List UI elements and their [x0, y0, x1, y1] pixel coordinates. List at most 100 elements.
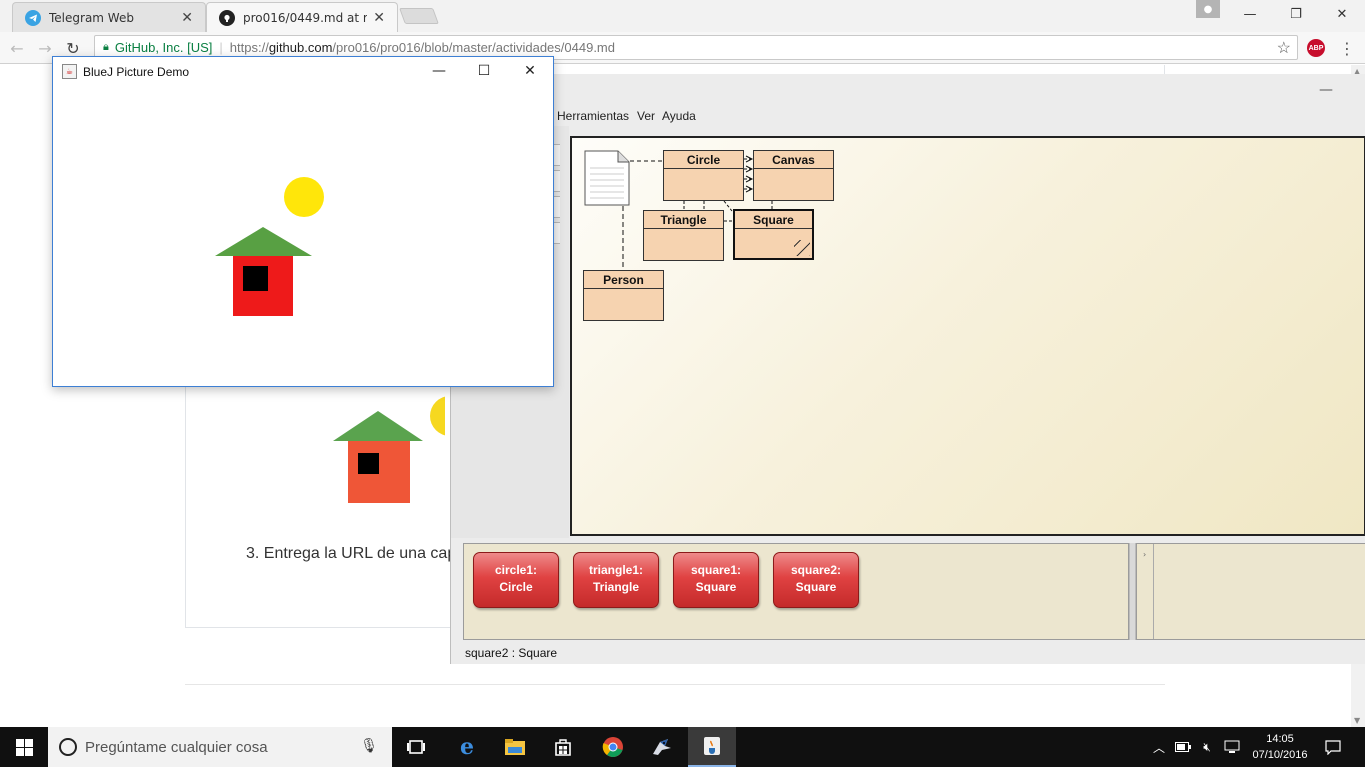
java-app-icon[interactable] — [688, 727, 736, 767]
class-name: Circle — [664, 151, 743, 169]
maximize-icon[interactable]: ☐ — [474, 63, 494, 79]
minimize-icon[interactable]: — — [1227, 0, 1273, 28]
volume-muted-icon[interactable]: 🔇︎ — [1196, 727, 1218, 767]
close-icon[interactable]: ✕ — [520, 63, 540, 79]
microphone-icon[interactable]: 🎙︎ — [360, 738, 378, 754]
object-name: triangle1: — [588, 563, 643, 577]
close-icon[interactable]: ✕ — [181, 10, 193, 26]
class-square[interactable]: Square — [733, 209, 814, 260]
restore-icon[interactable]: ❐ — [1273, 0, 1319, 28]
status-bar: square2 : Square — [465, 646, 558, 660]
network-icon[interactable] — [1220, 727, 1244, 767]
adblock-plus-icon[interactable]: ABP — [1307, 39, 1325, 57]
class-person[interactable]: Person — [583, 270, 664, 321]
bluej-menubar: Herramientas Ver Ayuda — [451, 106, 1365, 126]
object-name: square2: — [790, 563, 842, 577]
reload-icon[interactable]: ↻ — [62, 38, 84, 58]
minimize-icon[interactable]: — — [1319, 82, 1333, 98]
resize-handle[interactable] — [794, 240, 810, 256]
class-diagram[interactable]: Circle Canvas Triangle Square Person — [570, 136, 1365, 536]
file-explorer-icon[interactable] — [491, 727, 539, 767]
menu-ayuda[interactable]: Ayuda — [662, 109, 696, 123]
close-icon[interactable]: ✕ — [373, 10, 385, 26]
readme-document-icon[interactable] — [584, 150, 630, 206]
house-picture-image — [333, 396, 445, 503]
object-type: Square — [795, 580, 837, 594]
class-canvas[interactable]: Canvas — [753, 150, 834, 201]
show-hidden-icons[interactable]: ︿ — [1150, 727, 1168, 767]
class-circle[interactable]: Circle — [663, 150, 744, 201]
action-center-icon[interactable] — [1318, 727, 1348, 767]
step-text: 3. Entrega la URL de una capt — [246, 545, 461, 562]
search-placeholder: Pregúntame cualquier cosa — [85, 738, 268, 756]
roof-shape — [215, 227, 312, 256]
battery-icon[interactable] — [1172, 727, 1194, 767]
new-tab-button[interactable] — [399, 8, 439, 24]
windows-start-icon[interactable] — [0, 727, 48, 767]
url-path: /pro016/pro016/blob/master/actividades/0… — [332, 40, 615, 55]
menu-herramientas[interactable]: Herramientas — [557, 109, 629, 123]
picture-demo-window: ☕︎ BlueJ Picture Demo — ☐ ✕ — [52, 56, 554, 387]
windows-taskbar: Pregúntame cualquier cosa 🎙︎ e ︿ 🔇︎ 14:0… — [0, 727, 1365, 767]
clock-date: 07/10/2016 — [1252, 749, 1308, 761]
roof-shape — [333, 411, 423, 441]
minimize-icon[interactable]: — — [429, 63, 449, 79]
bluej-window: — Herramientas Ver Ayuda Circle Canvas T… — [450, 74, 1365, 664]
class-triangle[interactable]: Triangle — [643, 210, 724, 261]
tab-github[interactable]: pro016/0449.md at mast ✕ — [206, 2, 398, 32]
bookmark-star-icon[interactable]: ☆ — [1277, 38, 1291, 58]
object-circle1[interactable]: circle1: Circle — [473, 552, 559, 608]
url-scheme: https:// — [229, 40, 269, 55]
object-type: Circle — [499, 580, 533, 594]
picture-window-titlebar[interactable]: ☕︎ BlueJ Picture Demo — ☐ ✕ — [53, 57, 553, 86]
window-shape — [243, 266, 268, 291]
browser-menu-icon[interactable]: ⋮ — [1339, 38, 1355, 58]
divider — [185, 684, 1165, 685]
secure-origin-label: GitHub, Inc. [US] — [114, 40, 213, 55]
java-icon: ☕︎ — [62, 64, 77, 79]
tab-title: Telegram Web — [49, 10, 134, 25]
close-icon[interactable]: ✕ — [1319, 0, 1365, 28]
object-name: square1: — [690, 563, 742, 577]
codepad-divider — [1153, 544, 1154, 639]
class-name: Triangle — [644, 211, 723, 229]
tab-telegram[interactable]: Telegram Web ✕ — [12, 2, 206, 32]
menu-ver[interactable]: Ver — [637, 109, 655, 123]
object-bench: circle1: Circle triangle1: Triangle squa… — [463, 543, 1129, 640]
object-triangle1[interactable]: triangle1: Triangle — [573, 552, 659, 608]
class-name: Square — [735, 211, 812, 229]
object-square2[interactable]: square2: Square — [773, 552, 859, 608]
object-type: Square — [695, 580, 737, 594]
class-name: Canvas — [754, 151, 833, 169]
cortana-icon — [59, 738, 77, 756]
window-title: BlueJ Picture Demo — [83, 64, 190, 79]
telegram-icon — [25, 9, 41, 26]
object-type: Triangle — [592, 580, 639, 594]
window-shape — [358, 453, 379, 474]
task-view-icon[interactable] — [392, 727, 440, 767]
separator: | — [219, 40, 223, 55]
codepad-marker: › — [1143, 550, 1147, 559]
sun-shape — [430, 396, 445, 436]
class-name: Person — [584, 271, 663, 289]
object-name: circle1: — [494, 563, 538, 577]
cortana-search-box[interactable]: Pregúntame cualquier cosa 🎙︎ — [48, 727, 392, 767]
store-icon[interactable] — [539, 727, 587, 767]
profile-icon[interactable]: ● — [1196, 0, 1220, 18]
tab-title: pro016/0449.md at mast — [243, 10, 367, 25]
lock-icon: 🔒︎ — [103, 41, 109, 53]
system-clock[interactable]: 14:05 07/10/2016 — [1248, 731, 1312, 763]
sun-shape — [284, 177, 324, 217]
object-square1[interactable]: square1: Square — [673, 552, 759, 608]
window-controls: — ❐ ✕ — [1227, 0, 1365, 28]
chrome-icon[interactable] — [589, 727, 637, 767]
scroll-down-icon[interactable]: ▼ — [1354, 716, 1360, 725]
bluej-icon[interactable] — [638, 727, 686, 767]
codepad-panel[interactable]: › — [1136, 543, 1365, 640]
back-icon[interactable]: ← — [6, 38, 28, 58]
panel-splitter[interactable] — [1129, 543, 1136, 640]
edge-icon[interactable]: e — [443, 727, 491, 767]
clock-time: 14:05 — [1266, 733, 1294, 745]
picture-canvas — [215, 177, 324, 316]
forward-icon[interactable]: → — [34, 38, 56, 58]
